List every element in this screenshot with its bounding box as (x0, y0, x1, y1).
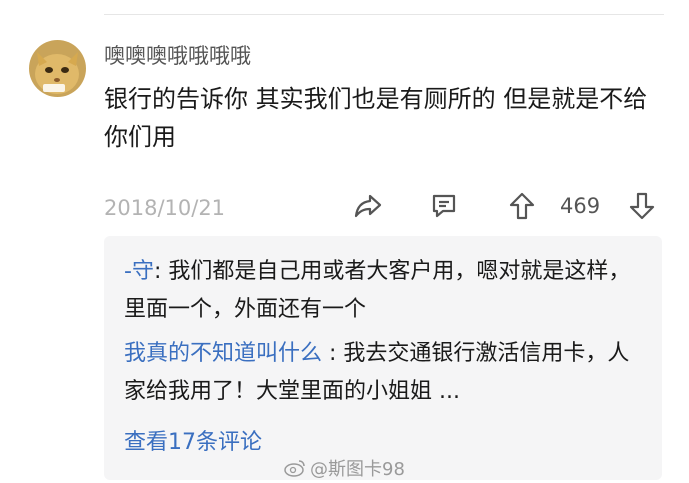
avatar[interactable] (29, 40, 86, 97)
comment-date: 2018/10/21 (104, 196, 226, 220)
comment-card: 噢噢噢哦哦哦哦 银行的告诉你 其实我们也是有厕所的 但是就是不给你们用 2018… (0, 0, 689, 483)
reply-separator: : (322, 341, 344, 366)
view-more-replies-link[interactable]: 查看17条评论 (124, 424, 262, 456)
reply-icon[interactable] (428, 190, 460, 222)
downvote-icon[interactable] (626, 190, 658, 222)
reply-separator: : (153, 259, 169, 284)
comment-body: 银行的告诉你 其实我们也是有厕所的 但是就是不给你们用 (104, 85, 648, 151)
reply-author[interactable]: 我真的不知道叫什么 (124, 341, 322, 366)
replies-box: -守: 我们都是自己用或者大客户用，嗯对就是这样，里面一个，外面还有一个 我真的… (104, 236, 662, 480)
reply-item[interactable]: 我真的不知道叫什么 : 我去交通银行激活信用卡，人家给我用了！大堂里面的小姐姐 … (124, 335, 646, 411)
username[interactable]: 噢噢噢哦哦哦哦 (104, 40, 251, 70)
divider (104, 14, 664, 15)
reply-text: 我们都是自己用或者大客户用，嗯对就是这样，里面一个，外面还有一个 (124, 259, 631, 322)
reply-item[interactable]: -守: 我们都是自己用或者大客户用，嗯对就是这样，里面一个，外面还有一个 (124, 253, 646, 329)
weibo-logo-icon (284, 460, 305, 477)
watermark-text: @斯图卡98 (310, 459, 405, 480)
watermark: @斯图卡98 (284, 455, 405, 481)
reply-author[interactable]: -守 (124, 259, 154, 284)
upvote-icon[interactable] (506, 190, 538, 222)
share-icon[interactable] (352, 190, 384, 222)
like-count: 469 (560, 194, 601, 218)
